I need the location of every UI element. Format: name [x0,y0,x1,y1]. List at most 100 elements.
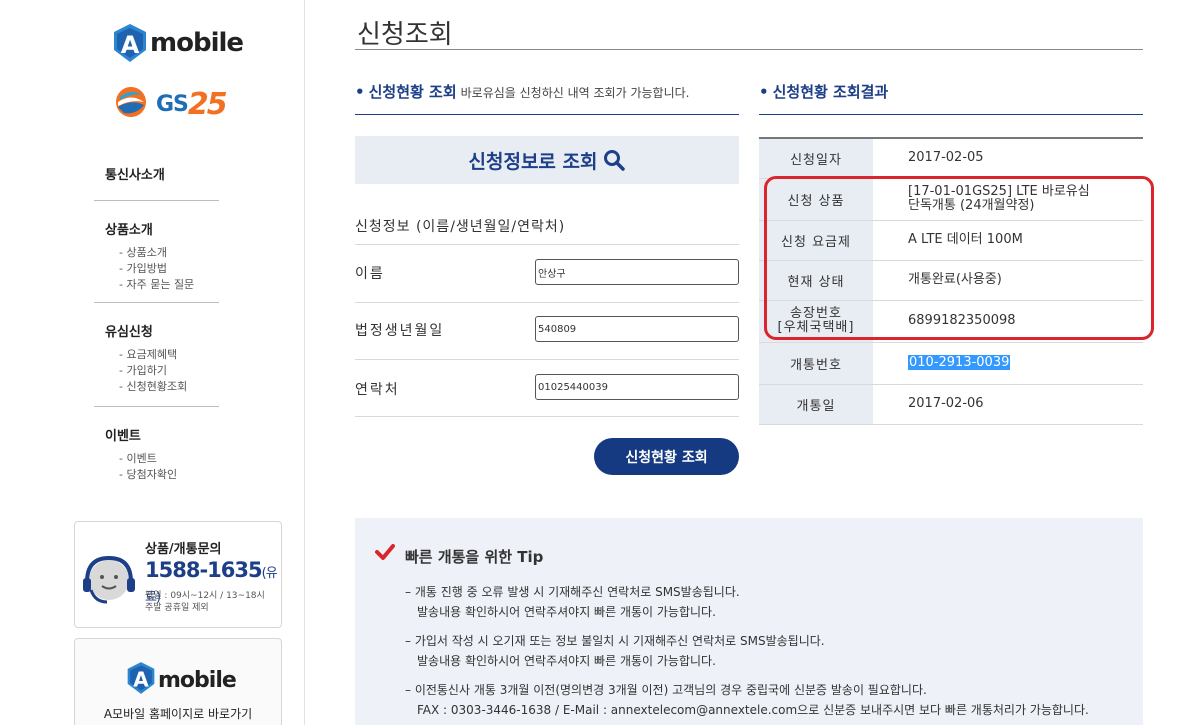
table-row: 송장번호 [우체국택배] 6899182350098 [759,300,1143,343]
result-key-status: 현재 상태 [759,260,873,301]
amobile-logo-small: A mobile [126,661,237,699]
result-section-heading: • 신청현황 조회결과 [759,81,888,102]
amobile-badge-icon: A [112,23,148,63]
menu-group-event: 이벤트 - 이벤트 - 당첨자확인 [94,407,219,493]
status-query-button[interactable]: 신청현황 조회 [594,438,739,475]
invoice-key-line1: 송장번호 [790,306,842,321]
tip-line: 발송내용 확인하시어 연락주셔야지 빠른 개통이 가능합니다. [417,605,716,619]
tip-list: – 개통 진행 중 오류 발생 시 기재해주신 연락처로 SMS발송됩니다. 발… [405,582,1135,725]
result-value-product: [17-01-01GS25] LTE 바로유심 단독개통 (24개월약정) [873,178,1143,221]
cs-hours-weekday: 평일 : 09시~12시 / 13~18시 [145,591,265,601]
result-heading-underline [759,114,1143,115]
result-key-open-date: 개통일 [759,384,873,425]
tip-line: – 이전통신사 개통 3개월 이전(명의변경 3개월 이전) 고객님의 경우 중… [405,683,927,697]
result-value-open-date: 2017-02-06 [873,384,1143,425]
headset-agent-icon [81,552,137,608]
product-line2: 단독개통 (24개월약정) [908,198,1035,213]
name-input[interactable] [535,259,739,285]
customer-service-box: 상품/개통문의 1588-1635(유료) 평일 : 09시~12시 / 13~… [74,521,282,628]
svg-text:A: A [121,31,140,59]
query-heading-text: 신청현황 조회 [368,83,457,101]
sidebar-menu: 통신사소개 상품소개 - 상품소개 - 가입방법 - 자주 묻는 질문 유심신청… [94,160,219,493]
table-row: 개통일 2017-02-06 [759,384,1143,425]
result-key-line-number: 개통번호 [759,342,873,385]
menu-item-products[interactable]: - 상품소개 [105,245,219,261]
table-row: 신청 요금제 A LTE 데이터 100M [759,220,1143,261]
bullet-icon: • [355,83,365,101]
form-row-phone: 연락처 [355,360,739,417]
menu-item-join-method[interactable]: - 가입방법 [105,261,219,277]
menu-title-company[interactable]: 통신사소개 [105,164,219,183]
form-row-name: 이름 [355,244,739,303]
amobile-logo-text: mobile [150,28,244,58]
selected-line-number[interactable]: 010-2913-0039 [908,355,1011,370]
tip-line: 발송내용 확인하시어 연락주셔야지 빠른 개통이 가능합니다. [417,654,716,668]
tip-title: 빠른 개통을 위한 Tip [405,548,544,566]
table-row: 신청일자 2017-02-05 [759,138,1143,179]
menu-item-event[interactable]: - 이벤트 [105,451,219,467]
menu-title-usim[interactable]: 유심신청 [105,321,219,340]
tip-line: – 가입서 작성 시 오기재 또는 정보 불일치 시 기재해주신 연락처로 SM… [405,634,825,648]
search-icon [604,150,626,171]
page-title: 신청조회 [357,20,453,50]
tip-line: FAX : 0303-3446-1638 / E-Mail : annextel… [417,703,1089,717]
menu-item-faq[interactable]: - 자주 묻는 질문 [105,277,219,293]
result-value-invoice: 6899182350098 [873,300,1143,343]
result-key-product: 신청 상품 [759,178,873,221]
svg-text:A: A [133,667,149,691]
form-row-birth: 법정생년월일 [355,303,739,360]
bullet-icon: • [759,83,769,101]
query-section-heading: • 신청현황 조회 바로유심을 신청하신 내역 조회가 가능합니다. [355,81,689,102]
phone-label: 연락처 [355,382,400,398]
table-row: 신청 상품 [17-01-01GS25] LTE 바로유심 단독개통 (24개월… [759,178,1143,221]
result-value-apply-date: 2017-02-05 [873,138,1143,179]
cs-title: 상품/개통문의 [145,542,222,557]
tip-box: 빠른 개통을 위한 Tip – 개통 진행 중 오류 발생 시 기재해주신 연락… [355,518,1143,725]
birth-label: 법정생년월일 [355,323,445,339]
invoice-key-line2: [우체국택배] [777,320,855,335]
menu-group-usim: 유심신청 - 요금제혜택 - 가입하기 - 신청현황조회 [94,303,219,407]
result-value-status: 개통완료(사용중) [873,260,1143,301]
menu-item-winners[interactable]: - 당첨자확인 [105,467,219,483]
menu-item-status-check[interactable]: - 신청현황조회 [105,379,219,395]
title-divider [355,49,1143,50]
cs-hours: 평일 : 09시~12시 / 13~18시 주말 공휴일 제외 [145,590,275,614]
gs25-logo: GS 25 [114,84,228,124]
list-item: – 개통 진행 중 오류 발생 시 기재해주신 연락처로 SMS발송됩니다. 발… [405,582,1135,622]
table-row: 현재 상태 개통완료(사용중) [759,260,1143,301]
form-caption: 신청정보 (이름/생년월일/연락처) [355,219,566,235]
homepage-link-box[interactable]: A mobile A모바일 홈페이지로 바로가기 [74,638,282,725]
search-by-info-label: 신청정보로 조회 [468,150,598,173]
menu-group-products: 상품소개 - 상품소개 - 가입방법 - 자주 묻는 질문 [94,201,219,303]
birth-input[interactable] [535,316,739,342]
result-value-plan: A LTE 데이터 100M [873,220,1143,261]
amobile-logo-small-text: mobile [158,667,237,693]
list-item: – 이전통신사 개통 3개월 이전(명의변경 3개월 이전) 고객님의 경우 중… [405,680,1135,720]
amobile-logo[interactable]: A mobile [112,22,244,64]
result-value-line-number: 010-2913-0039 [873,342,1143,385]
table-row: 개통번호 010-2913-0039 [759,342,1143,385]
cs-phone-number: 1588-1635 [145,558,263,582]
menu-title-event[interactable]: 이벤트 [105,425,219,444]
menu-group-company: 통신사소개 [94,160,219,201]
sidebar: A mobile GS 25 통신사소개 상품소개 - 상품소개 - 가입방법 … [0,0,305,725]
amobile-badge-icon: A [126,661,156,699]
gs-logo-text: GS [156,91,189,117]
tip-line: – 개통 진행 중 오류 발생 시 기재해주신 연락처로 SMS발송됩니다. [405,585,740,599]
homepage-link-caption: A모바일 홈페이지로 바로가기 [103,707,253,721]
query-desc: 바로유심을 신청하신 내역 조회가 가능합니다. [460,86,690,100]
result-key-apply-date: 신청일자 [759,138,873,179]
result-key-plan: 신청 요금제 [759,220,873,261]
menu-item-join[interactable]: - 가입하기 [105,363,219,379]
gs-swirl-icon [114,85,148,123]
result-heading-text: 신청현황 조회결과 [772,83,889,101]
menu-title-products[interactable]: 상품소개 [105,219,219,238]
search-by-info-button[interactable]: 신청정보로 조회 [355,136,739,184]
result-table: 신청일자 2017-02-05 신청 상품 [17-01-01GS25] LTE… [759,137,1143,425]
phone-input[interactable] [535,374,739,400]
product-line1: [17-01-01GS25] LTE 바로유심 [908,184,1090,199]
check-icon [375,544,395,566]
gs-logo-number: 25 [187,86,228,122]
menu-item-plan-benefit[interactable]: - 요금제혜택 [105,347,219,363]
cs-hours-weekend: 주말 공휴일 제외 [145,603,209,613]
